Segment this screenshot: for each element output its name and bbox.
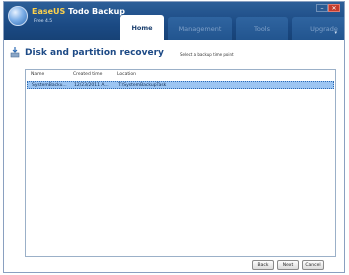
table-row[interactable]: SystemBacku... 12/23/2011 A... T:\System… — [27, 81, 334, 89]
column-header-name[interactable]: Name — [31, 72, 44, 77]
tab-home[interactable]: Home — [120, 15, 164, 40]
back-button[interactable]: Back — [252, 260, 274, 270]
restore-icon — [10, 47, 20, 58]
cancel-button[interactable]: Cancel — [302, 260, 324, 270]
app-window: EaseUS Todo Backup Free 4.5 Home Managem… — [3, 1, 345, 273]
title-bar: EaseUS Todo Backup Free 4.5 Home Managem… — [4, 2, 344, 40]
tab-management[interactable]: Management — [168, 17, 232, 40]
backup-table: Name Created time Location SystemBacku..… — [25, 69, 336, 257]
product-name: Todo Backup — [68, 7, 125, 16]
tab-tools[interactable]: Tools — [236, 17, 288, 40]
tab-upgrade[interactable]: Upgrade — [292, 17, 344, 40]
wizard-buttons: Back Next Cancel — [252, 260, 327, 270]
table-header: Name Created time Location — [26, 70, 335, 79]
row-location: T:\SystemBackupTask — [118, 83, 167, 88]
row-created-time: 12/23/2011 A... — [74, 83, 109, 88]
column-header-created-time[interactable]: Created time — [73, 72, 102, 77]
page-title: Disk and partition recovery — [25, 48, 164, 58]
app-title: EaseUS Todo Backup — [32, 7, 125, 16]
close-button[interactable]: ✕ — [328, 4, 340, 12]
main-tabs: Home Management Tools Upgrade — [120, 15, 344, 40]
minimize-button[interactable]: – — [316, 4, 328, 12]
app-logo-icon — [8, 6, 28, 26]
page-subtitle: Select a backup time point — [180, 52, 234, 57]
column-header-location[interactable]: Location — [117, 72, 136, 77]
row-name: SystemBacku... — [32, 83, 67, 88]
brand-name: EaseUS — [32, 7, 66, 16]
window-controls: – ✕ — [316, 4, 340, 12]
app-edition: Free 4.5 — [34, 19, 53, 24]
next-button[interactable]: Next — [277, 260, 299, 270]
dropdown-arrow-icon[interactable]: ▾ — [334, 30, 337, 36]
